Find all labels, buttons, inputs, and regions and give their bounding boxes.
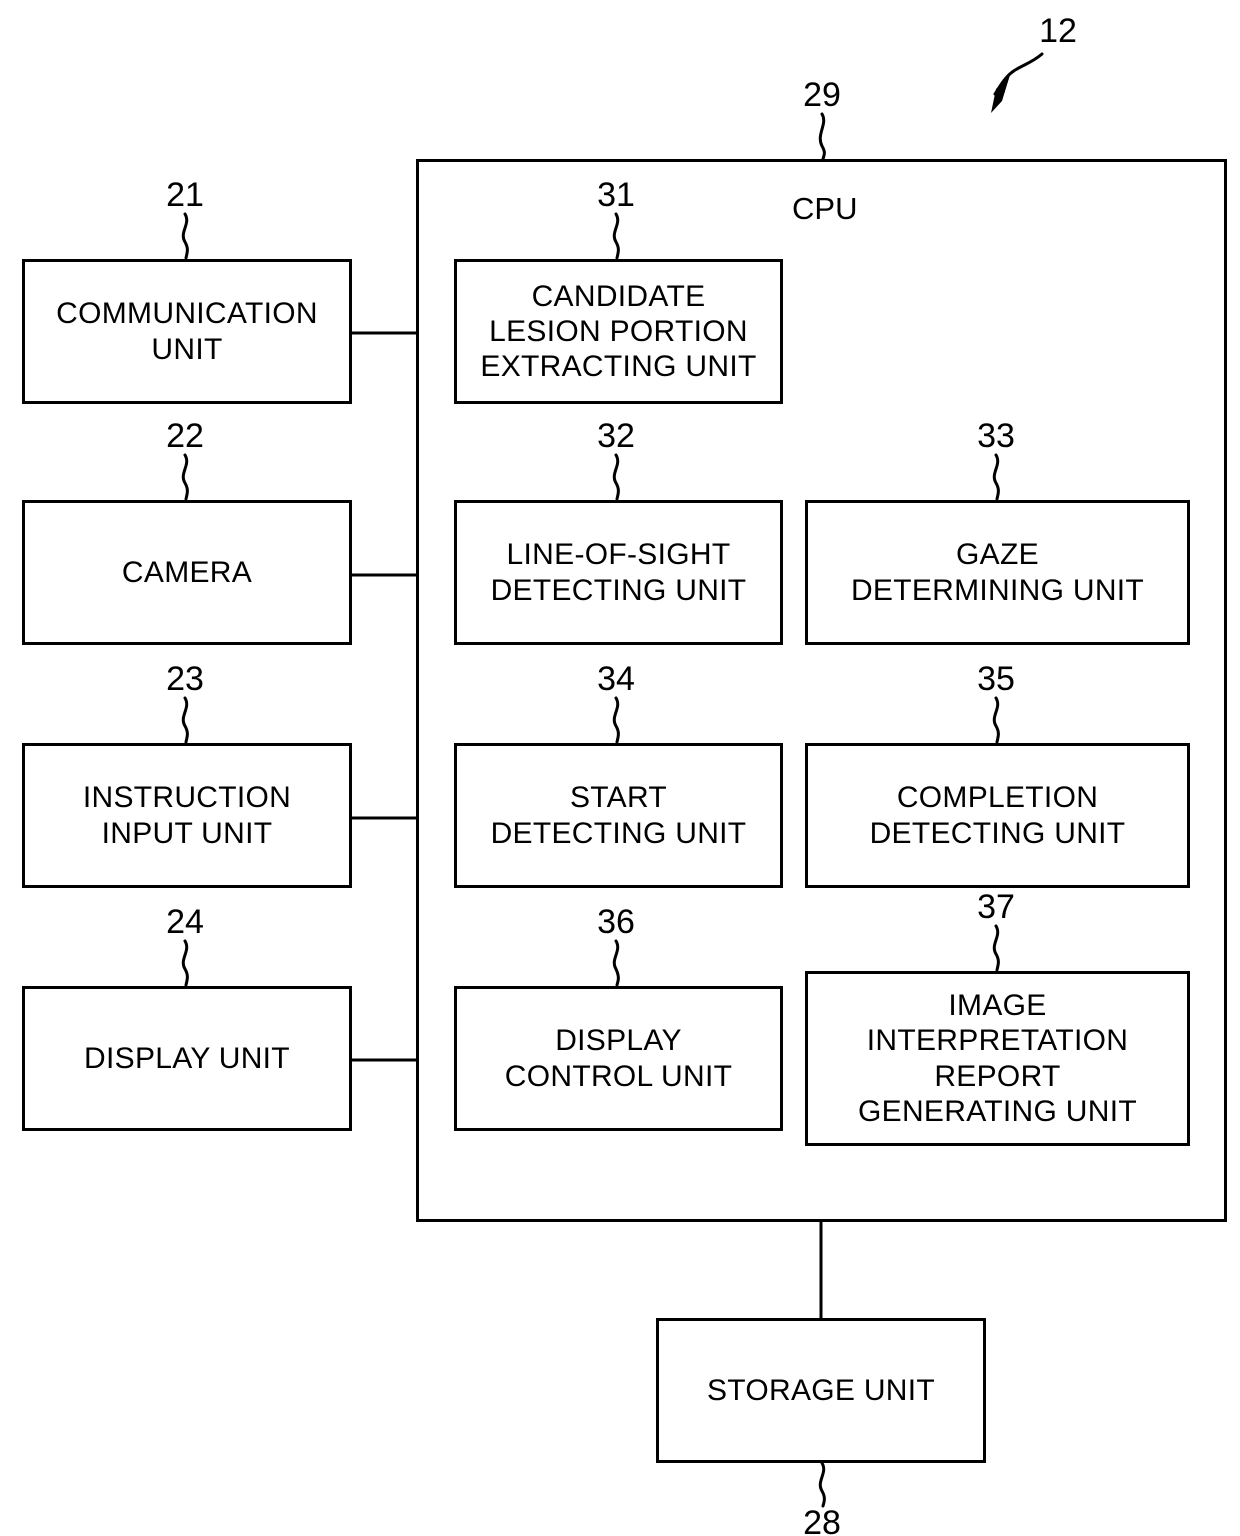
display-unit-box[interactable]: DISPLAY UNIT (22, 986, 352, 1131)
leader-24 (181, 939, 189, 987)
leader-29 (818, 112, 826, 161)
ref-numeral-28: 28 (803, 1504, 841, 1536)
display-control-unit-label: DISPLAY CONTROL UNIT (504, 1024, 733, 1093)
cpu-title-label: CPU (792, 191, 858, 226)
ref-numeral-31: 31 (597, 176, 635, 214)
ref-numeral-34: 34 (597, 660, 635, 698)
image-interpretation-report-generating-unit-box[interactable]: IMAGE INTERPRETATION REPORT GENERATING U… (805, 971, 1190, 1146)
leader-21 (181, 212, 189, 260)
ref-numeral-23: 23 (166, 660, 204, 698)
ref-numeral-32: 32 (597, 417, 635, 455)
ref-numeral-37: 37 (977, 888, 1015, 926)
completion-detecting-unit-label: COMPLETION DETECTING UNIT (869, 781, 1126, 850)
camera-label: CAMERA (121, 555, 253, 589)
gaze-determining-unit-box[interactable]: GAZE DETERMINING UNIT (805, 500, 1190, 645)
line-of-sight-detecting-unit-box[interactable]: LINE-OF-SIGHT DETECTING UNIT (454, 500, 783, 645)
start-detecting-unit-box[interactable]: START DETECTING UNIT (454, 743, 783, 888)
completion-detecting-unit-box[interactable]: COMPLETION DETECTING UNIT (805, 743, 1190, 888)
image-interpretation-report-generating-unit-label: IMAGE INTERPRETATION REPORT GENERATING U… (858, 989, 1137, 1128)
leader-23 (181, 696, 189, 744)
candidate-lesion-portion-extracting-unit-box[interactable]: CANDIDATE LESION PORTION EXTRACTING UNIT (454, 259, 783, 404)
ref-numeral-12: 12 (1039, 12, 1077, 50)
display-control-unit-box[interactable]: DISPLAY CONTROL UNIT (454, 986, 783, 1131)
storage-unit-box[interactable]: STORAGE UNIT (656, 1318, 986, 1463)
instruction-input-unit-label: INSTRUCTION INPUT UNIT (82, 781, 292, 850)
gaze-determining-unit-label: GAZE DETERMINING UNIT (850, 538, 1145, 607)
line-of-sight-detecting-unit-label: LINE-OF-SIGHT DETECTING UNIT (490, 538, 747, 607)
communication-unit-box[interactable]: COMMUNICATION UNIT (22, 259, 352, 404)
instruction-input-unit-box[interactable]: INSTRUCTION INPUT UNIT (22, 743, 352, 888)
storage-unit-label: STORAGE UNIT (706, 1373, 936, 1407)
candidate-lesion-portion-extracting-unit-label: CANDIDATE LESION PORTION EXTRACTING UNIT (480, 279, 757, 384)
ref-numeral-21: 21 (166, 176, 204, 214)
leader-22 (181, 453, 189, 501)
patent-block-diagram: CPU 12 29 21 22 23 24 31 32 33 34 35 36 … (0, 0, 1240, 1536)
ref-numeral-36: 36 (597, 903, 635, 941)
ref-numeral-29: 29 (803, 76, 841, 114)
communication-unit-label: COMMUNICATION UNIT (56, 297, 318, 366)
display-unit-label: DISPLAY UNIT (84, 1041, 290, 1075)
camera-box[interactable]: CAMERA (22, 500, 352, 645)
ref-numeral-22: 22 (166, 417, 204, 455)
start-detecting-unit-label: START DETECTING UNIT (490, 781, 747, 850)
ref-numeral-24: 24 (166, 903, 204, 941)
ref-numeral-33: 33 (977, 417, 1015, 455)
leader-28 (818, 1461, 826, 1508)
ref-numeral-35: 35 (977, 660, 1015, 698)
